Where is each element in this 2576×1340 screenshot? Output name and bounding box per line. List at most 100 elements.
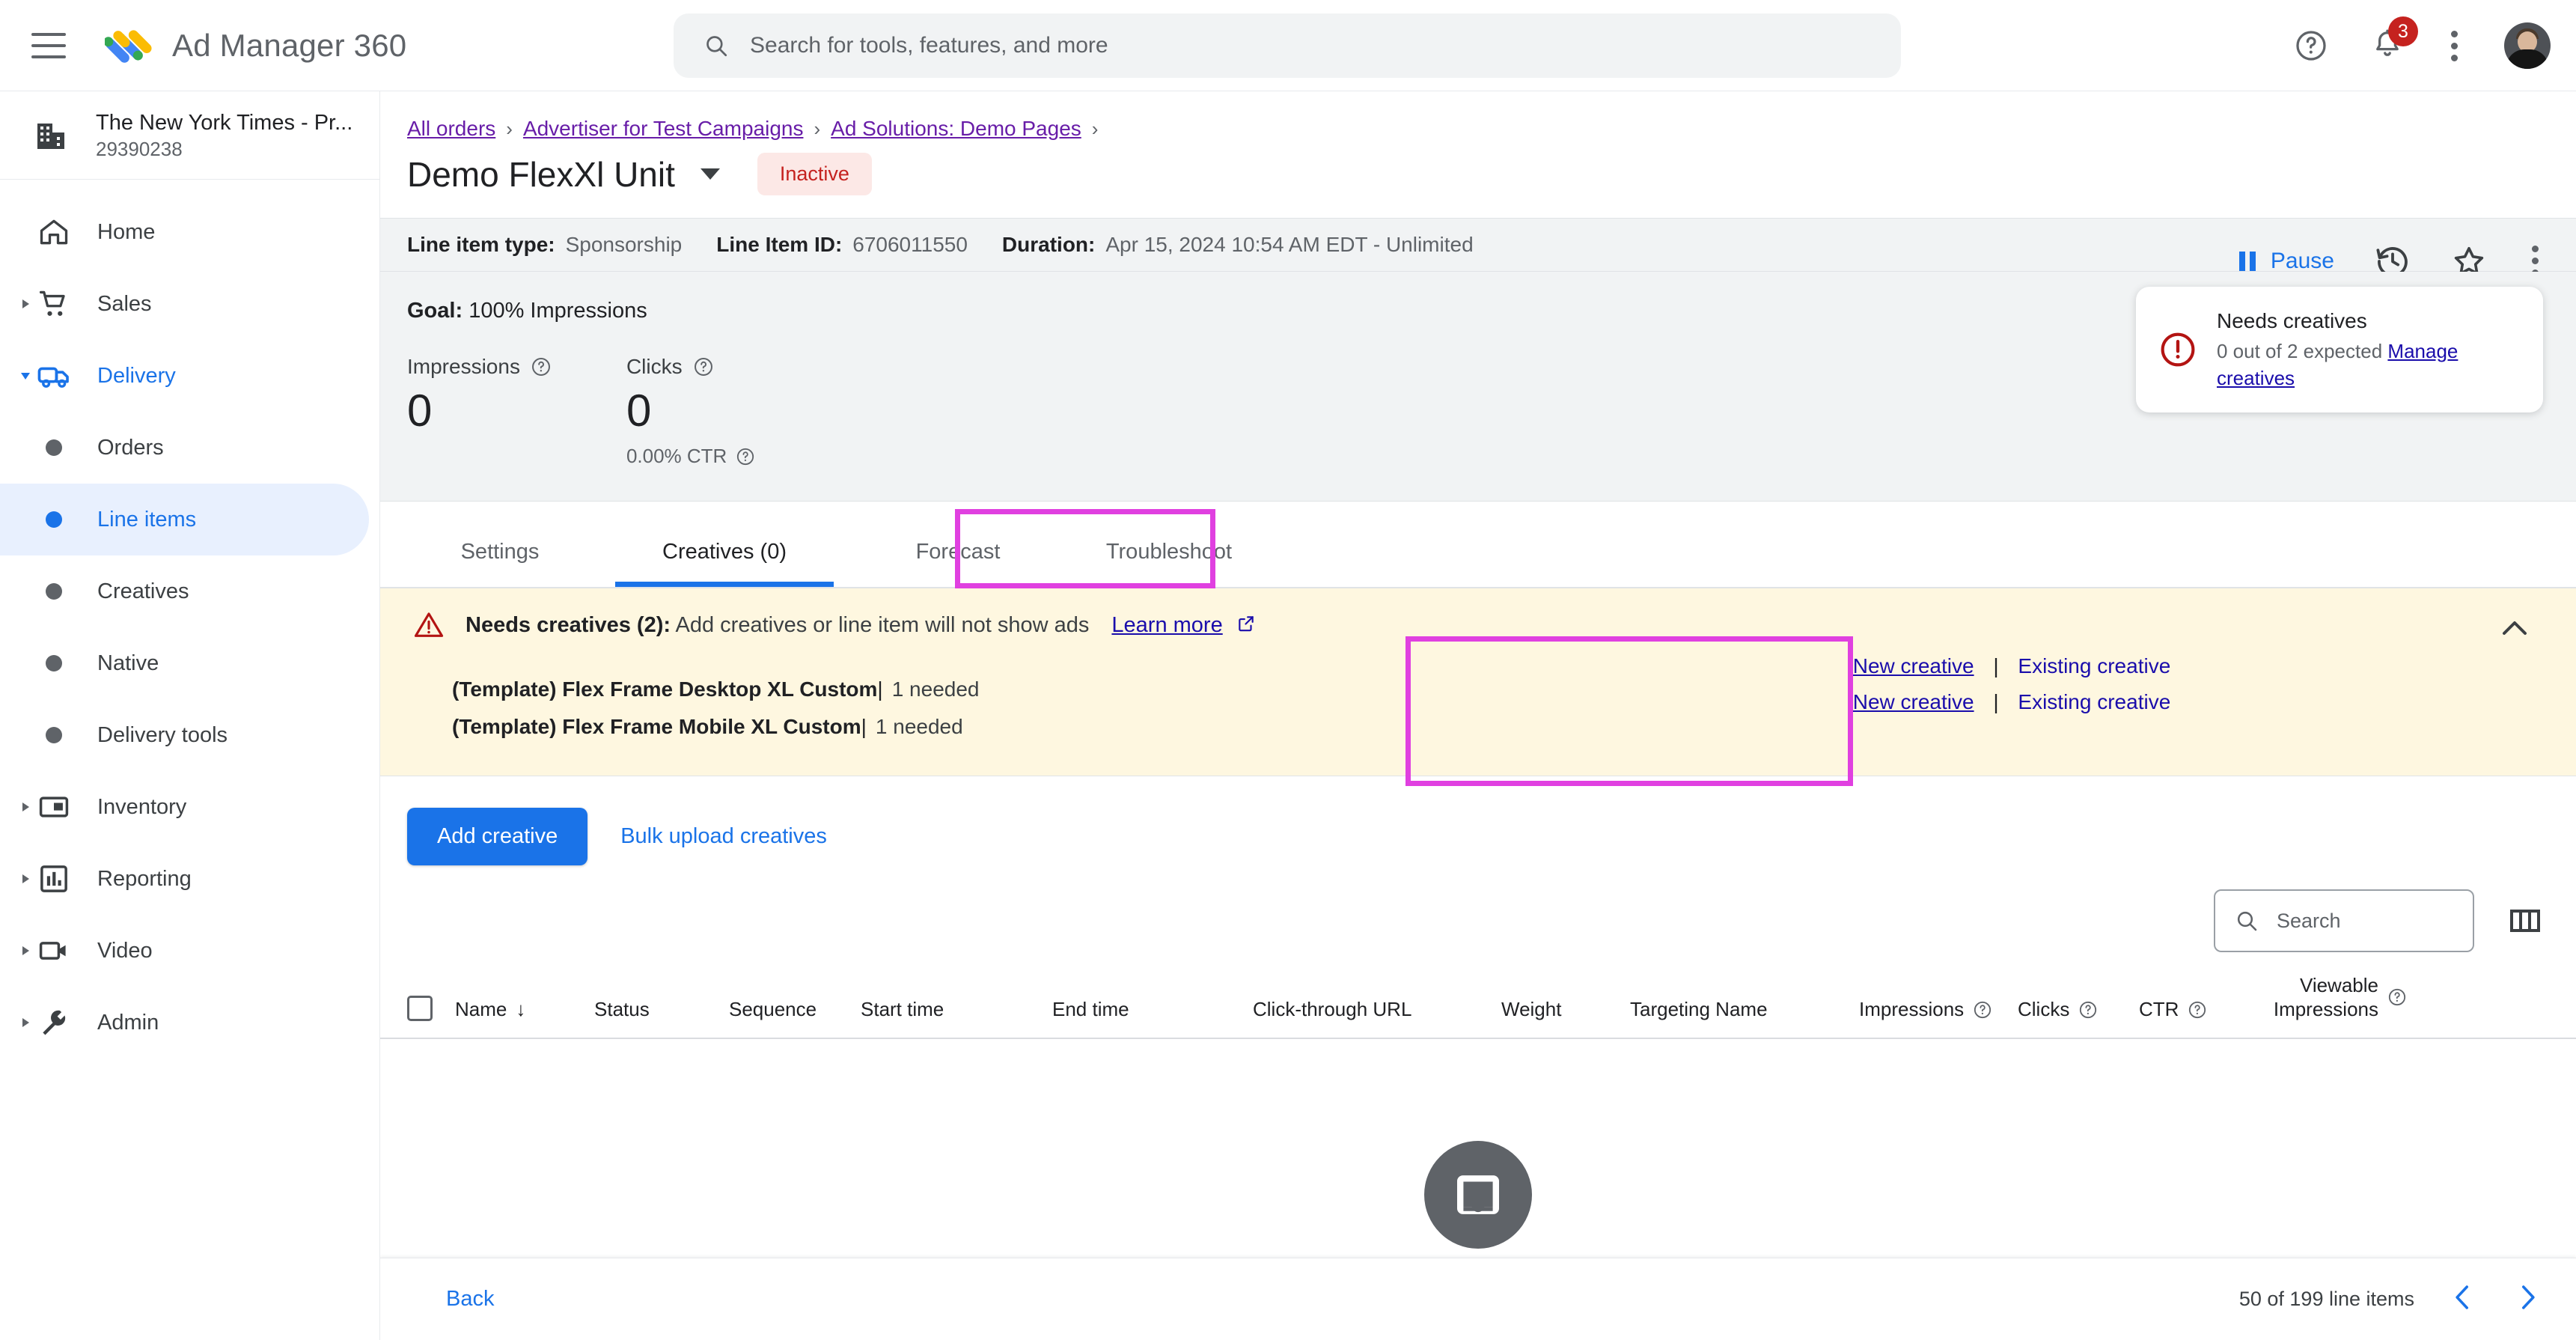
- help-circle-icon[interactable]: [2387, 987, 2407, 1007]
- sidebar-item-native[interactable]: Native: [0, 627, 369, 699]
- account-switcher[interactable]: The New York Times - Pr... 29390238: [0, 91, 379, 180]
- sidebar-item-inventory[interactable]: Inventory: [0, 771, 369, 843]
- help-circle-icon[interactable]: [693, 356, 714, 377]
- brand[interactable]: Ad Manager 360: [105, 22, 406, 70]
- title-dropdown-icon[interactable]: [700, 168, 720, 180]
- pause-button[interactable]: Pause: [2238, 248, 2334, 274]
- tab-forecast[interactable]: Forecast: [883, 540, 1033, 587]
- back-button[interactable]: Back: [446, 1287, 494, 1312]
- search-input[interactable]: Search: [2214, 889, 2474, 952]
- table-toolbar: Search: [380, 865, 2576, 952]
- banner-text: Needs creatives (2): Add creatives or li…: [466, 613, 1256, 638]
- column-label: Clicks: [2018, 998, 2070, 1020]
- stats-band: Goal: 100% Impressions Impressions 0 Cli…: [380, 272, 2576, 502]
- existing-creative-link[interactable]: Existing creative: [2018, 690, 2170, 713]
- help-button[interactable]: [2294, 28, 2328, 63]
- chevron-right-icon[interactable]: [16, 1014, 34, 1032]
- sidebar-item-creatives[interactable]: Creatives: [0, 555, 369, 627]
- help-circle-icon[interactable]: [736, 447, 755, 466]
- sidebar-item-delivery[interactable]: Delivery: [0, 340, 369, 412]
- tab-troubleshoot[interactable]: Troubleshoot: [1072, 540, 1266, 587]
- column-header-viewable-impressions[interactable]: Viewable Impressions: [2257, 973, 2407, 1021]
- pause-label: Pause: [2270, 248, 2334, 273]
- sidebar-item-label: Native: [97, 651, 159, 675]
- chevron-left-icon: [2456, 1285, 2468, 1309]
- sidebar-item-home[interactable]: Home: [0, 196, 369, 268]
- sidebar-item-admin[interactable]: Admin: [0, 987, 369, 1059]
- chevron-right-icon[interactable]: [16, 942, 34, 960]
- more-vert-icon[interactable]: [2447, 26, 2462, 66]
- global-search-placeholder: Search for tools, features, and more: [750, 33, 1108, 58]
- column-header-clicks[interactable]: Clicks: [2018, 998, 2139, 1021]
- menu-icon[interactable]: [31, 32, 66, 58]
- sidebar-item-label: Delivery: [97, 363, 176, 388]
- sidebar-item-label: Home: [97, 219, 156, 244]
- column-header-sequence[interactable]: Sequence: [729, 998, 861, 1021]
- bar-chart-icon: [34, 862, 73, 895]
- breadcrumb-item-advertiser[interactable]: Advertiser for Test Campaigns: [523, 117, 804, 141]
- external-link-icon[interactable]: [1236, 614, 1256, 633]
- account-id: 29390238: [96, 137, 183, 160]
- sidebar-item-label: Delivery tools: [97, 722, 228, 747]
- column-label: Click-through URL: [1253, 998, 1412, 1020]
- column-header-name[interactable]: Name ↓: [455, 998, 594, 1021]
- breadcrumb-item-ad-solutions[interactable]: Ad Solutions: Demo Pages: [831, 117, 1081, 141]
- sidebar-item-video[interactable]: Video: [0, 915, 369, 987]
- column-header-click-through-url[interactable]: Click-through URL: [1253, 998, 1501, 1021]
- existing-creative-link[interactable]: Existing creative: [2018, 654, 2170, 677]
- notifications-button[interactable]: 3: [2370, 16, 2418, 63]
- sidebar-item-line-items[interactable]: Line items: [0, 484, 369, 555]
- sidebar-item-orders[interactable]: Orders: [0, 412, 369, 484]
- tab-label: Settings: [460, 540, 540, 564]
- new-creative-link[interactable]: New creative: [1853, 654, 1974, 677]
- sidebar-item-label: Sales: [97, 291, 152, 316]
- tab-creatives[interactable]: Creatives (0): [605, 540, 844, 587]
- column-header-ctr[interactable]: CTR: [2139, 998, 2257, 1021]
- sidebar-item-delivery-tools[interactable]: Delivery tools: [0, 699, 369, 771]
- column-header-targeting-name[interactable]: Targeting Name: [1630, 998, 1859, 1021]
- sidebar-item-reporting[interactable]: Reporting: [0, 843, 369, 915]
- row-divider: |: [877, 677, 883, 701]
- goal-value: 100% Impressions: [468, 299, 647, 323]
- dot-icon: [34, 655, 73, 671]
- column-header-end-time[interactable]: End time: [1052, 998, 1253, 1021]
- learn-more-link[interactable]: Learn more: [1111, 613, 1222, 637]
- ctr-value: 0.00% CTR: [626, 445, 727, 467]
- next-page-button[interactable]: [2512, 1282, 2543, 1317]
- column-label: Weight: [1501, 998, 1562, 1020]
- column-label: CTR: [2139, 998, 2179, 1020]
- column-header-weight[interactable]: Weight: [1501, 998, 1630, 1021]
- global-search-input[interactable]: Search for tools, features, and more: [674, 13, 1901, 78]
- prev-page-button[interactable]: [2447, 1282, 2479, 1317]
- chevron-right-icon[interactable]: [16, 295, 34, 313]
- stat-impressions: Impressions 0: [407, 355, 552, 468]
- product-name: Ad Manager 360: [172, 27, 407, 63]
- chevron-right-icon[interactable]: [16, 798, 34, 816]
- meta-value: Apr 15, 2024 10:54 AM EDT - Unlimited: [1105, 233, 1474, 256]
- column-header-status[interactable]: Status: [594, 998, 729, 1021]
- needed-creative-row: (Template) Flex Frame Desktop XL Custom|…: [452, 671, 2576, 708]
- image-placeholder-icon: [1424, 1140, 1532, 1249]
- select-all-checkbox[interactable]: [407, 996, 433, 1021]
- collapse-banner-button[interactable]: [2497, 611, 2533, 651]
- sidebar-item-sales[interactable]: Sales: [0, 268, 369, 340]
- sidebar: The New York Times - Pr... 29390238 Home: [0, 91, 380, 1340]
- help-circle-icon[interactable]: [531, 356, 552, 377]
- help-circle-icon[interactable]: [2188, 1000, 2207, 1020]
- app-root: Ad Manager 360 Search for tools, feature…: [0, 0, 2576, 1340]
- new-creative-link[interactable]: New creative: [1853, 690, 1974, 713]
- add-creative-button[interactable]: Add creative: [407, 808, 588, 865]
- avatar[interactable]: [2504, 22, 2551, 69]
- breadcrumb-item-all-orders[interactable]: All orders: [407, 117, 495, 141]
- column-label: Viewable Impressions: [2273, 974, 2378, 1020]
- sidebar-item-label: Video: [97, 938, 153, 963]
- columns-button[interactable]: [2507, 903, 2543, 939]
- column-header-start-time[interactable]: Start time: [861, 998, 1052, 1021]
- help-circle-icon[interactable]: [1973, 1000, 1992, 1020]
- bulk-upload-creatives-button[interactable]: Bulk upload creatives: [620, 824, 827, 849]
- chevron-right-icon[interactable]: [16, 870, 34, 888]
- chevron-down-icon[interactable]: [16, 367, 34, 385]
- column-header-impressions[interactable]: Impressions: [1859, 998, 2018, 1021]
- tab-settings[interactable]: Settings: [425, 540, 575, 587]
- help-circle-icon[interactable]: [2078, 1000, 2098, 1020]
